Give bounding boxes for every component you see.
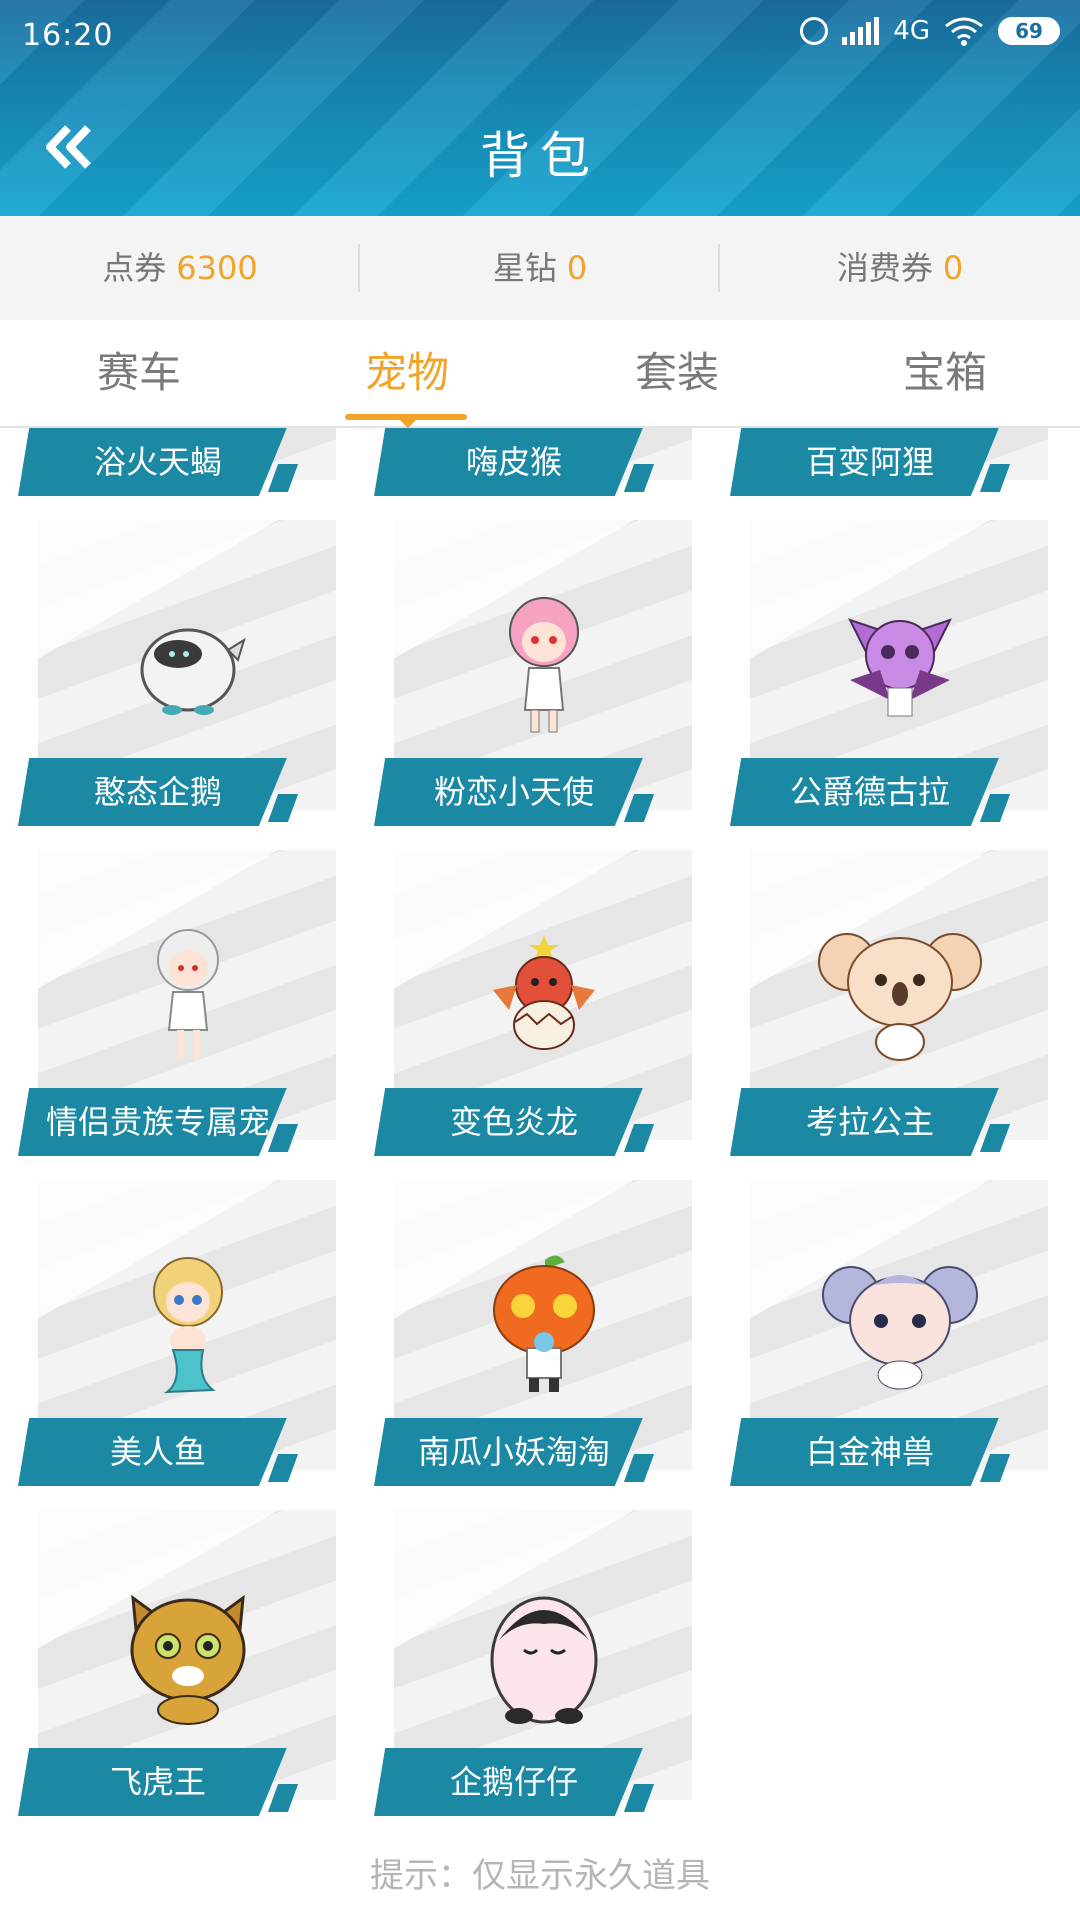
pet-name: 飞虎王: [109, 1763, 206, 1801]
pet-name: 白金神兽: [805, 1433, 934, 1471]
pet-name-label: 企鹅仔仔: [374, 1748, 643, 1816]
pet-name-label: 公爵德古拉: [730, 758, 999, 826]
pumpkin-pet-icon: [459, 1240, 629, 1410]
status-icons: 4G 69: [800, 16, 1060, 46]
pet-name: 浴火天蝎: [93, 443, 222, 481]
pet-name: 憨态企鹅: [93, 773, 222, 811]
pet-card[interactable]: 白金神兽: [730, 1180, 1050, 1486]
pet-name: 粉恋小天使: [433, 773, 594, 811]
currency-label: 星钻: [492, 249, 557, 287]
tab-indicator-arrow: [398, 418, 418, 428]
mouse-pet-icon: [815, 1240, 985, 1410]
category-tabs: 赛车 宠物 套装 宝箱: [0, 320, 1080, 428]
pet-card[interactable]: 企鹅仔仔: [374, 1510, 694, 1816]
tab-pets[interactable]: 宠物: [272, 320, 542, 426]
penguin-pet-icon: [103, 580, 273, 750]
pet-grid: 浴火天蝎 嗨皮猴 百变阿狸 憨态企鹅 粉恋小天使 公爵德古拉 情侣贵族专属宠 变…: [0, 428, 1080, 1848]
tab-outfits[interactable]: 套装: [542, 320, 812, 426]
pet-name: 美人鱼: [109, 1433, 206, 1471]
tab-cars[interactable]: 赛车: [4, 320, 274, 426]
pet-name: 企鹅仔仔: [449, 1763, 578, 1801]
pet-card[interactable]: 百变阿狸: [730, 428, 1050, 496]
pet-name-label: 百变阿狸: [730, 428, 999, 496]
pet-card[interactable]: 粉恋小天使: [374, 520, 694, 826]
pet-name-label: 变色炎龙: [374, 1088, 643, 1156]
pet-name: 百变阿狸: [805, 443, 934, 481]
noble-girl-pet-icon: [103, 910, 273, 1080]
pet-name: 公爵德古拉: [789, 773, 950, 811]
pet-name: 情侣贵族专属宠: [45, 1103, 270, 1141]
header-bar: 16:20 4G 69 背包: [0, 0, 1080, 216]
dragon-pet-icon: [459, 910, 629, 1080]
pet-card[interactable]: 美人鱼: [18, 1180, 338, 1486]
status-time: 16:20: [22, 18, 114, 53]
wifi-icon: [945, 17, 983, 46]
tiger-pet-icon: [103, 1570, 273, 1740]
mermaid-pet-icon: [103, 1240, 273, 1410]
currency-value: 0: [942, 249, 964, 287]
koala-pet-icon: [815, 910, 985, 1080]
pet-name: 嗨皮猴: [465, 443, 562, 481]
currency-value: 0: [566, 249, 588, 287]
currency-label: 消费券: [836, 249, 933, 287]
pet-name-label: 考拉公主: [730, 1088, 999, 1156]
currency-bar: 点券 6300 星钻 0 消费券 0: [0, 216, 1080, 321]
battery-indicator: 69: [998, 17, 1060, 45]
pet-name-label: 南瓜小妖淘淘: [374, 1418, 643, 1486]
baby-penguin-pet-icon: [459, 1570, 629, 1740]
pet-card[interactable]: 嗨皮猴: [374, 428, 694, 496]
currency-label: 点券: [102, 249, 167, 287]
pet-card[interactable]: 考拉公主: [730, 850, 1050, 1156]
pet-card[interactable]: 憨态企鹅: [18, 520, 338, 826]
pet-name-label: 浴火天蝎: [18, 428, 287, 496]
pet-name-label: 粉恋小天使: [374, 758, 643, 826]
currency-vouchers: 消费券 0: [720, 216, 1080, 320]
currency-points: 点券 6300: [0, 216, 360, 320]
network-type: 4G: [893, 16, 930, 46]
currency-value: 6300: [176, 249, 258, 287]
angel-pet-icon: [459, 580, 629, 750]
pet-card[interactable]: 公爵德古拉: [730, 520, 1050, 826]
currency-diamonds: 星钻 0: [360, 216, 720, 320]
alarm-icon: [800, 17, 829, 45]
pet-name-label: 美人鱼: [18, 1418, 287, 1486]
pet-card[interactable]: 飞虎王: [18, 1510, 338, 1816]
pet-name-label: 憨态企鹅: [18, 758, 287, 826]
pet-card[interactable]: 情侣贵族专属宠: [18, 850, 338, 1156]
pet-name: 南瓜小妖淘淘: [417, 1433, 610, 1471]
pet-card[interactable]: 浴火天蝎: [18, 428, 338, 496]
bat-pet-icon: [815, 580, 985, 750]
pet-name-label: 嗨皮猴: [374, 428, 643, 496]
pet-card[interactable]: 南瓜小妖淘淘: [374, 1180, 694, 1486]
status-bar: 16:20 4G 69: [0, 0, 1080, 70]
pet-name-label: 情侣贵族专属宠: [18, 1088, 287, 1156]
pet-name: 考拉公主: [805, 1103, 934, 1141]
tab-chests[interactable]: 宝箱: [810, 320, 1080, 426]
signal-icon: [842, 17, 880, 45]
pet-name-label: 白金神兽: [730, 1418, 999, 1486]
pet-card[interactable]: 变色炎龙: [374, 850, 694, 1156]
page-title: 背包: [480, 127, 600, 185]
pet-name-label: 飞虎王: [18, 1748, 287, 1816]
hint-text: 提示：仅显示永久道具: [370, 1856, 710, 1896]
pet-name: 变色炎龙: [449, 1103, 578, 1141]
